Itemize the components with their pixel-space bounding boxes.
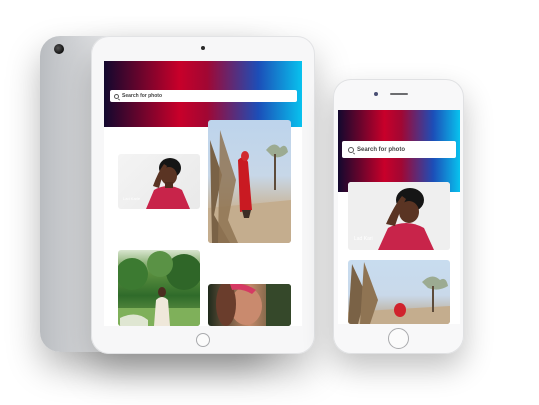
home-button[interactable] bbox=[388, 328, 409, 349]
speaker-grille bbox=[390, 93, 408, 95]
home-button[interactable] bbox=[196, 333, 210, 347]
rear-camera-icon bbox=[54, 44, 64, 54]
phone-screen: Search for photo Lad Kari bbox=[338, 110, 460, 324]
photo-card-forest[interactable] bbox=[118, 250, 200, 326]
photo-card-desert[interactable] bbox=[348, 260, 450, 324]
front-camera-icon bbox=[201, 46, 205, 50]
photo-card-desert[interactable] bbox=[208, 120, 291, 243]
photo-card-closeup[interactable] bbox=[208, 284, 291, 326]
search-placeholder: Search for photo bbox=[122, 93, 163, 99]
photo-card-portrait[interactable]: Lad Kari bbox=[348, 182, 450, 250]
photo-caption: Lad Kari bbox=[354, 236, 373, 242]
search-icon bbox=[348, 146, 354, 153]
photo-caption: Lad Karie bbox=[123, 196, 141, 201]
front-camera-icon bbox=[374, 92, 378, 96]
photo-card-portrait[interactable]: Lad Karie bbox=[118, 154, 200, 209]
search-input[interactable]: Search for photo bbox=[342, 141, 456, 158]
tablet-screen: Search for photo Lad Karie bbox=[104, 61, 302, 326]
search-icon bbox=[114, 93, 119, 99]
search-input[interactable]: Search for photo bbox=[110, 90, 297, 102]
search-placeholder: Search for photo bbox=[357, 146, 406, 153]
